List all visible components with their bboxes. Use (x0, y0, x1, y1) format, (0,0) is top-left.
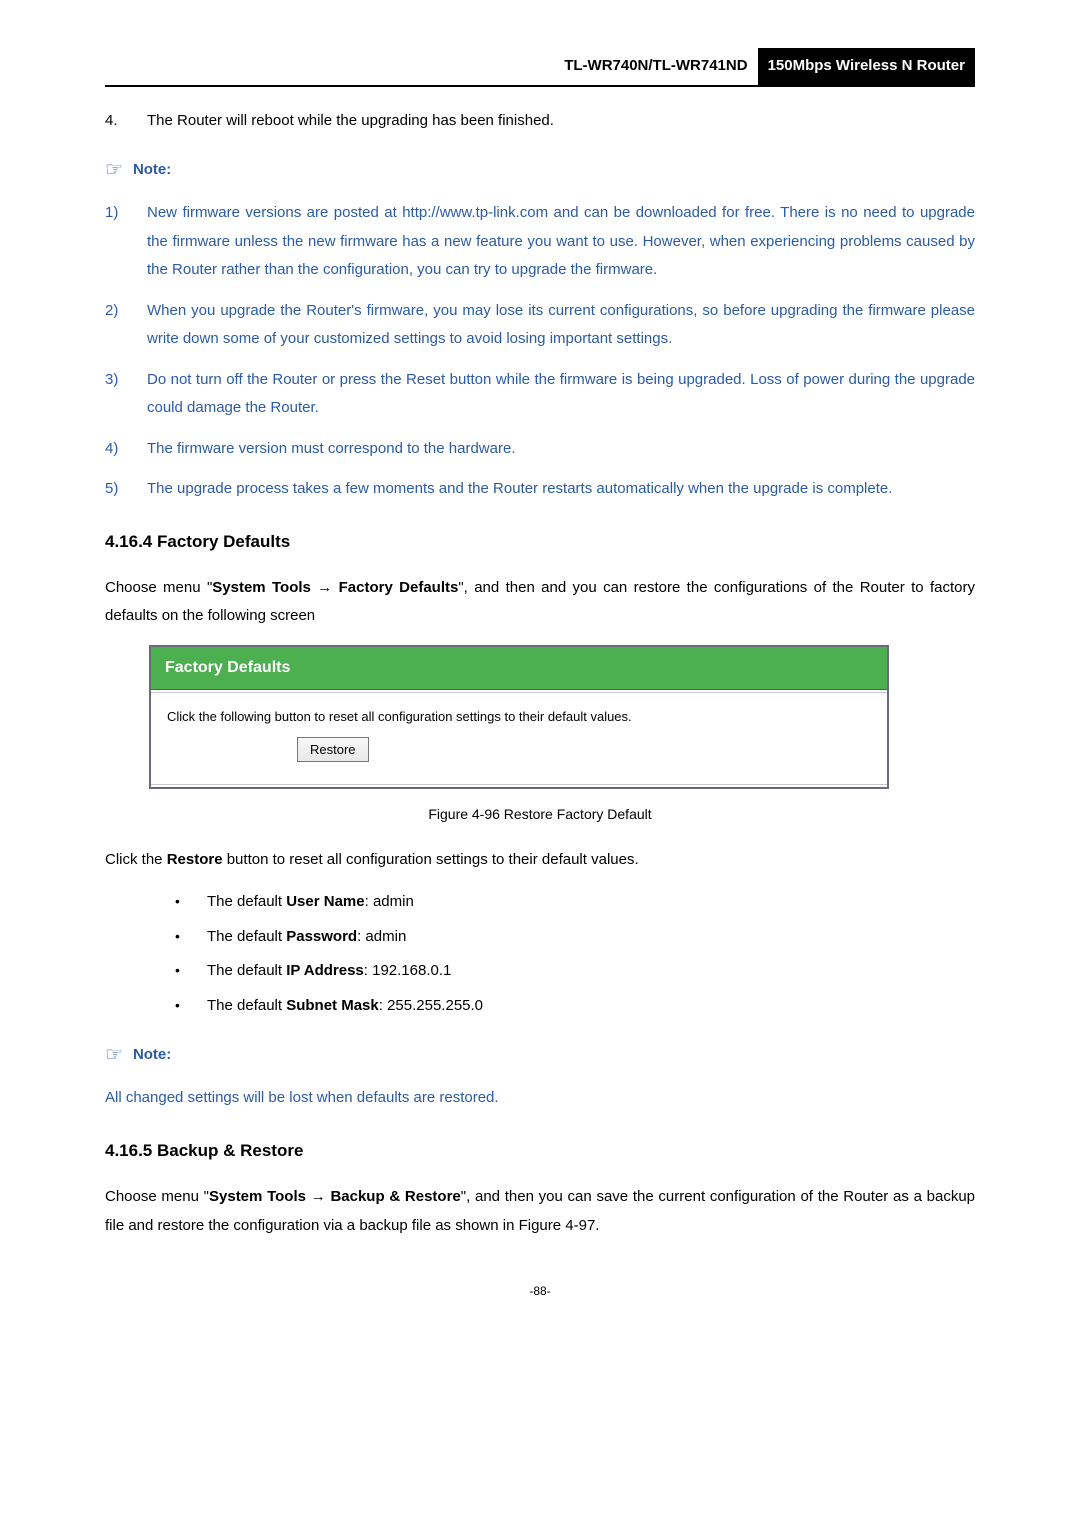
bullet-icon: • (175, 992, 207, 1021)
page-header: TL-WR740N/TL-WR741ND 150Mbps Wireless N … (105, 48, 975, 87)
note-list: 1) New firmware versions are posted at h… (105, 199, 975, 504)
pointing-hand-icon: ☞ (105, 1036, 123, 1074)
section-lead-paragraph: Choose menu "System Tools → Backup & Res… (105, 1183, 975, 1240)
note-item: 2) When you upgrade the Router's firmwar… (105, 297, 975, 354)
note-marker: 3) (105, 366, 147, 423)
keyword: Restore (167, 851, 223, 868)
figure-factory-defaults: Factory Defaults Click the following but… (149, 645, 889, 789)
figure-caption: Figure 4-96 Restore Factory Default (105, 801, 975, 828)
keyword: Subnet Mask (286, 997, 379, 1014)
step-item: 4. The Router will reboot while the upgr… (105, 107, 975, 136)
figure-titlebar: Factory Defaults (151, 647, 887, 690)
note-item: 4) The firmware version must correspond … (105, 435, 975, 464)
text: : admin (365, 893, 414, 910)
note-label: Note: (133, 156, 171, 185)
keyword: Password (286, 928, 357, 945)
note-text: All changed settings will be lost when d… (105, 1084, 975, 1113)
note-item: 5) The upgrade process takes a few momen… (105, 475, 975, 504)
menu-path-part: Factory Defaults (339, 579, 459, 596)
note-item: 3) Do not turn off the Router or press t… (105, 366, 975, 423)
note-marker: 4) (105, 435, 147, 464)
text: : 255.255.255.0 (379, 997, 483, 1014)
bullet-icon: • (175, 957, 207, 986)
list-text: The default Password: admin (207, 923, 406, 952)
note-text: When you upgrade the Router's firmware, … (147, 297, 975, 354)
text: The default (207, 997, 286, 1014)
list-text: The default IP Address: 192.168.0.1 (207, 957, 451, 986)
keyword: IP Address (286, 962, 364, 979)
note-text: Do not turn off the Router or press the … (147, 366, 975, 423)
bullet-icon: • (175, 923, 207, 952)
restore-button[interactable]: Restore (297, 737, 369, 763)
list-text: The default User Name: admin (207, 888, 414, 917)
list-item: • The default Subnet Mask: 255.255.255.0 (175, 992, 975, 1021)
paragraph: Click the Restore button to reset all co… (105, 846, 975, 875)
note-marker: 1) (105, 199, 147, 285)
page-number: -88- (105, 1280, 975, 1303)
note-heading: ☞ Note: (105, 151, 975, 189)
list-item: • The default IP Address: 192.168.0.1 (175, 957, 975, 986)
figure-divider (151, 784, 887, 787)
menu-path-part: System Tools (209, 1188, 306, 1205)
text: : admin (357, 928, 406, 945)
defaults-list: • The default User Name: admin • The def… (175, 888, 975, 1020)
text: The default (207, 893, 286, 910)
text: The default (207, 962, 286, 979)
note-heading: ☞ Note: (105, 1036, 975, 1074)
section-heading-backup-restore: 4.16.5 Backup & Restore (105, 1135, 975, 1167)
list-text: The default Subnet Mask: 255.255.255.0 (207, 992, 483, 1021)
note-item: 1) New firmware versions are posted at h… (105, 199, 975, 285)
menu-path-part: System Tools (212, 579, 311, 596)
step-marker: 4. (105, 107, 147, 136)
menu-path-part: Backup & Restore (330, 1188, 460, 1205)
text: Choose menu " (105, 579, 212, 596)
note-text: The upgrade process takes a few moments … (147, 475, 975, 504)
text: Choose menu " (105, 1188, 209, 1205)
list-item: • The default Password: admin (175, 923, 975, 952)
step-text: The Router will reboot while the upgradi… (147, 107, 975, 136)
figure-description: Click the following button to reset all … (167, 707, 871, 727)
header-model: TL-WR740N/TL-WR741ND (508, 48, 757, 85)
text: The default (207, 928, 286, 945)
note-marker: 2) (105, 297, 147, 354)
arrow-icon: → (311, 579, 339, 596)
keyword: User Name (286, 893, 364, 910)
note-label: Note: (133, 1041, 171, 1070)
text: : 192.168.0.1 (364, 962, 452, 979)
pointing-hand-icon: ☞ (105, 151, 123, 189)
list-item: • The default User Name: admin (175, 888, 975, 917)
header-title: 150Mbps Wireless N Router (758, 48, 975, 85)
note-marker: 5) (105, 475, 147, 504)
figure-body: Click the following button to reset all … (151, 693, 887, 784)
bullet-icon: • (175, 888, 207, 917)
note-text: New firmware versions are posted at http… (147, 199, 975, 285)
section-lead-paragraph: Choose menu "System Tools → Factory Defa… (105, 574, 975, 631)
note-text: The firmware version must correspond to … (147, 435, 975, 464)
section-heading-factory-defaults: 4.16.4 Factory Defaults (105, 526, 975, 558)
text: Click the (105, 851, 167, 868)
text: button to reset all configuration settin… (223, 851, 639, 868)
arrow-icon: → (306, 1188, 330, 1205)
